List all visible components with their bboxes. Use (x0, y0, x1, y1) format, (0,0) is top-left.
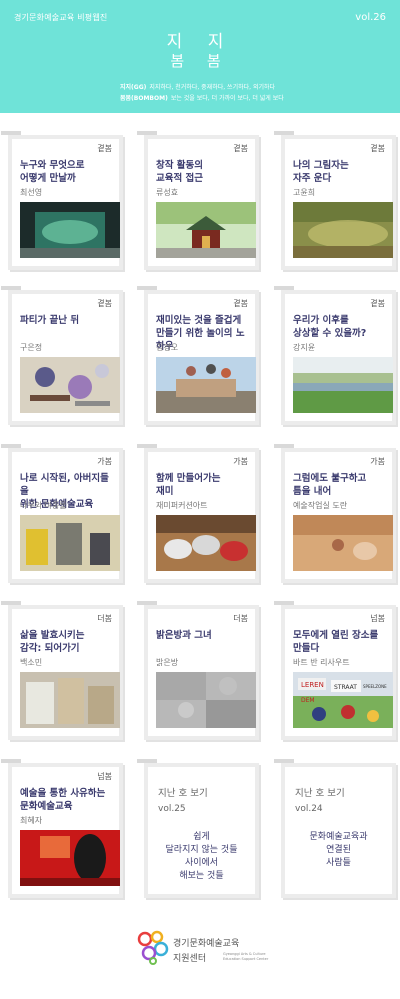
article-title[interactable]: 예술을 통한 사유하는 문화예술교육 (20, 787, 113, 813)
category-tag: 넘봄 (370, 614, 385, 623)
category-tag: 가봄 (233, 457, 248, 466)
issue-volume: vol.26 (355, 12, 386, 23)
magazine-header: 경기문화예술교육 비평웹진 vol.26 지 지 봄 봄 지지(GG) 지지하다,… (0, 0, 400, 113)
magazine-title-line2: 봄 봄 (170, 52, 230, 70)
previous-issue-volume[interactable]: vol.25 (158, 804, 186, 814)
sign-speelzone: SPEELZONE (363, 684, 387, 689)
article-card[interactable]: 넘봄 예술을 통한 사유하는 문화예술교육 최혜자 (1, 759, 123, 898)
article-card[interactable]: 넘봄 모두에게 열린 장소를 만들다 바트 반 리사우트 LEREN STRAAT… (274, 601, 396, 740)
article-title[interactable]: 누구와 무엇으로 어떻게 만날까 (20, 159, 113, 185)
previous-issue-card[interactable]: 지난 호 보기 vol.25 쉽게 달라지지 않는 것들 사이에서 해보는 것들 (137, 759, 259, 898)
category-tag: 가봄 (370, 457, 385, 466)
previous-issue-theme: 문화예술교육과 연결된 사람들 (309, 832, 368, 868)
center-logo[interactable]: 경기문화예술교육 지원센터 Gyeonggi Arts & Culture Ed… (135, 925, 275, 975)
article-thumbnail[interactable] (156, 357, 256, 413)
logo-name-line2: 지원센터 (173, 954, 207, 964)
article-thumbnail[interactable]: LEREN STRAAT DEM SPEELZONE (293, 672, 393, 728)
article-author: 최혜자 (20, 816, 43, 825)
article-author: 구은정 (20, 343, 43, 352)
previous-issue-theme: 쉽게 달라지지 않는 것들 사이에서 해보는 것들 (165, 832, 238, 881)
logo-mark-icon (137, 930, 169, 965)
category-tag: 더봄 (233, 614, 248, 623)
logo-name-line1: 경기문화예술교육 (173, 939, 240, 949)
sign-dem: DEM (301, 697, 315, 704)
article-title[interactable]: 모두에게 열린 장소를 만들다 (293, 629, 386, 655)
sign-leren: LEREN (301, 681, 324, 689)
article-title[interactable]: 우리가 이후를 상상할 수 있을까? (293, 314, 386, 340)
article-title[interactable]: 삶을 발효시키는 감각: 되어가기 (20, 629, 113, 655)
article-thumbnail[interactable] (20, 357, 120, 413)
article-card[interactable]: 더봄 삶을 발효시키는 감각: 되어가기 백소민 (1, 601, 123, 740)
article-card[interactable]: 곁봄 우리가 이후를 상상할 수 있을까? 강지윤 (274, 286, 396, 425)
previous-issue-volume[interactable]: vol.24 (295, 804, 323, 814)
article-author: 백소민 (20, 658, 43, 667)
logo-english-name: Gyeonggi Arts & Culture Education Suppor… (223, 952, 269, 961)
category-tag: 곁봄 (97, 144, 112, 153)
category-tag: 곁봄 (233, 144, 248, 153)
category-tag: 더봄 (97, 614, 112, 623)
previous-issue-heading[interactable]: 지난 호 보기 (295, 785, 345, 799)
article-card[interactable]: 가봄 나로 시작된, 아버지들을 위한 문화예술교육 나무와 마중물 (1, 444, 123, 583)
article-card[interactable]: 가봄 그럼에도 불구하고 틈을 내어 예술작업실 도란 (274, 444, 396, 583)
article-thumbnail[interactable] (20, 515, 120, 571)
article-author: 예술작업실 도란 (293, 501, 348, 510)
article-author: 재미퍼커션아트 (156, 501, 208, 510)
tagline-bombom: 봄봄(BOMBOM) 보는 것을 보다, 더 가까이 보다, 더 넓게 보다 (120, 95, 284, 102)
previous-issue-card[interactable]: 지난 호 보기 vol.24 문화예술교육과 연결된 사람들 (274, 759, 396, 898)
article-title[interactable]: 밝은방과 그녀 (156, 629, 249, 642)
magazine-title-line1: 지 지 (166, 32, 234, 52)
article-thumbnail[interactable] (156, 202, 256, 258)
article-thumbnail[interactable] (293, 357, 393, 413)
tagline-gg: 지지(GG) 지지하다, 천거하다, 중재하다, 쓰기하다, 외기하다 (120, 84, 276, 91)
category-tag: 넘봄 (97, 772, 112, 781)
article-author: 강지윤 (293, 343, 316, 352)
article-title[interactable]: 그럼에도 불구하고 틈을 내어 (293, 472, 386, 498)
category-tag: 가봄 (97, 457, 112, 466)
article-card[interactable]: 곁봄 파티가 끝난 뒤 구은정 (1, 286, 123, 425)
magazine-label: 경기문화예술교육 비평웹진 (14, 13, 108, 22)
category-tag: 곁봄 (370, 144, 385, 153)
article-thumbnail[interactable] (156, 672, 256, 728)
article-thumbnail[interactable] (20, 830, 120, 886)
article-author: 바트 반 리사우트 (293, 658, 350, 667)
article-author: 밝은방 (156, 658, 179, 667)
article-thumbnail[interactable] (293, 202, 393, 258)
article-title[interactable]: 나의 그림자는 자주 운다 (293, 159, 386, 185)
article-title[interactable]: 파티가 끝난 뒤 (20, 314, 113, 327)
article-title[interactable]: 함께 만들어가는 재미 (156, 472, 249, 498)
category-tag: 곁봄 (233, 299, 248, 308)
article-author: 고윤희 (293, 188, 316, 197)
article-card[interactable]: 곁봄 창작 활동의 교육적 접근 류성효 (137, 131, 259, 270)
article-card[interactable]: 가봄 함께 만들어가는 재미 재미퍼커션아트 (137, 444, 259, 583)
article-author: 류성효 (156, 188, 179, 197)
article-author: 최선영 (20, 188, 43, 197)
article-author: 나무와 마중물 (20, 501, 67, 510)
category-tag: 곁봄 (97, 299, 112, 308)
previous-issue-heading[interactable]: 지난 호 보기 (158, 785, 208, 799)
article-thumbnail[interactable] (156, 515, 256, 571)
article-card[interactable]: 더봄 밝은방과 그녀 밝은방 (137, 601, 259, 740)
sign-straat: STRAAT (334, 684, 357, 691)
article-card[interactable]: 곁봄 나의 그림자는 자주 운다 고윤희 (274, 131, 396, 270)
article-card[interactable]: 곁봄 재미있는 것을 즐겁게 만들기 위한 놀이의 노하우 김경오 (137, 286, 259, 425)
article-author: 김경오 (156, 343, 179, 352)
article-thumbnail[interactable] (20, 202, 120, 258)
article-title[interactable]: 창작 활동의 교육적 접근 (156, 159, 249, 185)
category-tag: 곁봄 (370, 299, 385, 308)
article-thumbnail[interactable] (20, 672, 120, 728)
article-card[interactable]: 곁봄 누구와 무엇으로 어떻게 만날까 최선영 (1, 131, 123, 270)
article-thumbnail[interactable] (293, 515, 393, 571)
